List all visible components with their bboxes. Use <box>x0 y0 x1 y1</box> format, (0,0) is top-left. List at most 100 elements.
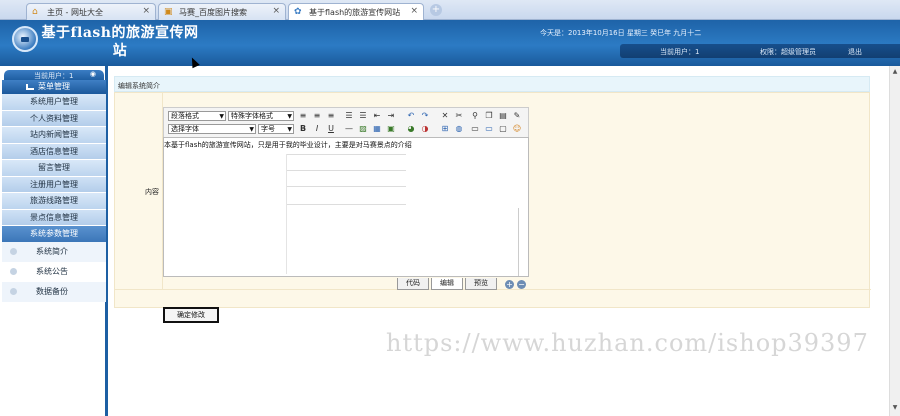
copy-icon[interactable]: ❐ <box>484 111 494 121</box>
select-value: 特殊字体格式 <box>231 112 273 120</box>
tab-preview[interactable]: 预览 <box>465 278 497 290</box>
editor-text: 本基于flash的旅游宣传网站，只是用于我的毕业设计，主要是对马赛景点的介绍 <box>164 141 412 149</box>
tab-edit[interactable]: 编辑 <box>431 278 463 290</box>
ordered-list-icon[interactable]: ☰ <box>344 111 354 121</box>
find-icon[interactable]: ⚲ <box>470 111 480 121</box>
indent-icon[interactable]: ⇥ <box>386 111 396 121</box>
cut-icon[interactable]: ✂ <box>454 111 464 121</box>
tab-code[interactable]: 代码 <box>397 278 429 290</box>
chevron-down-icon: ▼ <box>287 113 292 120</box>
sidebar-item-routes[interactable]: 旅游线路管理 <box>2 193 106 210</box>
tab-label: 马赛_百度图片搜索 <box>179 8 247 17</box>
editor-toolbar: 段落格式 ▼ 特殊字体格式 ▼ 选择字体 ▼ 字号 ▼ ≡ ≡ ≡ ☰ ☰ ⇤ ⇥ <box>163 107 529 137</box>
sidebar-subitem-notice[interactable]: 系统公告 <box>2 262 106 282</box>
sidebar-item-messages[interactable]: 留言管理 <box>2 160 106 177</box>
background-color-icon[interactable]: ◑ <box>420 124 430 134</box>
sidebar-subitem-label: 系统简介 <box>36 247 68 256</box>
current-user-text: 当前用户：1 <box>660 48 700 56</box>
sidebar-item-profile[interactable]: 个人资料管理 <box>2 110 106 127</box>
browser-tab-home[interactable]: ⌂ 主页 - 网址大全 × <box>26 3 156 20</box>
guide-line <box>286 170 406 171</box>
undo-icon[interactable]: ↶ <box>406 111 416 121</box>
sidebar-current-user-label: 当前用户：1 <box>34 72 74 80</box>
site-header: 基于flash的旅游宣传网站 今天是：2013年10月16日 星期三 癸巳年 九… <box>0 20 900 66</box>
bullet-icon <box>10 248 17 255</box>
font-size-select[interactable]: 字号 ▼ <box>258 124 294 134</box>
sidebar-subitem-backup[interactable]: 数据备份 <box>2 282 106 302</box>
paragraph-format-select[interactable]: 段落格式 ▼ <box>168 111 226 121</box>
sidebar-item-hotels[interactable]: 酒店信息管理 <box>2 143 106 160</box>
chevron-down-icon: ▼ <box>219 113 224 120</box>
guide-line <box>286 154 287 274</box>
sidebar-menu-header[interactable]: 菜单管理 <box>2 80 106 94</box>
bold-icon[interactable]: B <box>298 124 308 134</box>
insert-date-icon[interactable]: ▢ <box>498 124 508 134</box>
guide-line <box>518 208 519 276</box>
underline-icon[interactable]: U <box>326 124 336 134</box>
rich-text-editor: 段落格式 ▼ 特殊字体格式 ▼ 选择字体 ▼ 字号 ▼ ≡ ≡ ≡ ☰ ☰ ⇤ ⇥ <box>163 107 529 293</box>
redo-icon[interactable]: ↷ <box>420 111 430 121</box>
text-color-icon[interactable]: ◕ <box>406 124 416 134</box>
collapse-icon[interactable]: ◉ <box>90 70 96 78</box>
sidebar-menu-header-label: 菜单管理 <box>38 82 70 91</box>
browser-tab-strip: ⌂ 主页 - 网址大全 × ▣ 马赛_百度图片搜索 × ✿ 基于flash的旅游… <box>0 0 900 20</box>
select-value: 选择字体 <box>171 125 199 133</box>
sidebar-item-attractions[interactable]: 景点信息管理 <box>2 209 106 226</box>
delete-icon[interactable]: ✕ <box>440 111 450 121</box>
emoticon-icon[interactable]: ☺ <box>512 124 522 134</box>
logout-link[interactable]: 退出 <box>848 47 862 57</box>
close-icon[interactable]: × <box>142 6 150 16</box>
globe-icon[interactable]: ◍ <box>454 124 464 134</box>
insert-image-icon[interactable]: ▨ <box>358 124 368 134</box>
format-painter-icon[interactable]: ✎ <box>512 111 522 121</box>
expand-icon[interactable]: + <box>505 280 514 289</box>
sidebar-current-user: 当前用户：1 ◉ <box>4 70 104 80</box>
editor-content-area[interactable]: 本基于flash的旅游宣传网站，只是用于我的毕业设计，主要是对马赛景点的介绍 <box>163 137 529 277</box>
align-center-icon[interactable]: ≡ <box>312 111 322 121</box>
font-style-select[interactable]: 特殊字体格式 ▼ <box>228 111 294 121</box>
unordered-list-icon[interactable]: ☰ <box>358 111 368 121</box>
watermark-text: https://www.huzhan.com/ishop39397 <box>386 329 869 357</box>
sidebar-item-registered-users[interactable]: 注册用户管理 <box>2 176 106 193</box>
insert-table-icon[interactable]: ▦ <box>372 124 382 134</box>
tab-label: 基于flash的旅游宣传网站 <box>309 8 401 17</box>
font-family-select[interactable]: 选择字体 ▼ <box>168 124 256 134</box>
scroll-up-icon[interactable]: ▲ <box>891 68 899 76</box>
field-label-cell: 内容 <box>115 93 163 289</box>
edit-form: 内容 段落格式 ▼ 特殊字体格式 ▼ 选择字体 ▼ 字号 ▼ ≡ ≡ ≡ ☰ ☰… <box>114 92 871 323</box>
sidebar-subitem-intro[interactable]: 系统简介 <box>2 242 106 262</box>
sidebar-menu: 系统用户管理 个人资料管理 站内新闻管理 酒店信息管理 留言管理 注册用户管理 … <box>2 94 106 243</box>
confirm-button[interactable]: 确定修改 <box>163 307 219 323</box>
insert-media-icon[interactable]: ▣ <box>386 124 396 134</box>
page-scrollbar[interactable]: ▲ ▼ <box>889 66 900 416</box>
browser-tab-site[interactable]: ✿ 基于flash的旅游宣传网站 × <box>288 3 424 20</box>
italic-icon[interactable]: I <box>312 124 322 134</box>
close-icon[interactable]: × <box>272 6 280 16</box>
home-icon: ⌂ <box>32 7 38 17</box>
main-content: 编辑系统简介 内容 段落格式 ▼ 特殊字体格式 ▼ 选择字体 ▼ 字号 ▼ ≡ … <box>114 76 871 323</box>
logo-icon <box>12 26 38 52</box>
breadcrumb: 编辑系统简介 <box>114 76 870 92</box>
shrink-icon[interactable]: − <box>517 280 526 289</box>
new-tab-button[interactable]: + <box>430 4 442 16</box>
align-left-icon[interactable]: ≡ <box>298 111 308 121</box>
sidebar-item-system-params[interactable]: 系统参数管理 <box>2 226 106 243</box>
bullet-icon <box>10 268 17 275</box>
page-icon: ✿ <box>294 7 302 17</box>
bullet-icon <box>10 288 17 295</box>
sidebar-subitem-label: 系统公告 <box>36 267 68 276</box>
sidebar-item-news[interactable]: 站内新闻管理 <box>2 127 106 144</box>
horizontal-rule-icon[interactable]: — <box>344 124 354 134</box>
insert-file-icon[interactable]: ▭ <box>484 124 494 134</box>
paste-icon[interactable]: ▤ <box>498 111 508 121</box>
guide-line <box>286 186 406 187</box>
browser-tab-image-search[interactable]: ▣ 马赛_百度图片搜索 × <box>158 3 286 20</box>
outdent-icon[interactable]: ⇤ <box>372 111 382 121</box>
align-right-icon[interactable]: ≡ <box>326 111 336 121</box>
sidebar-submenu: 系统简介 系统公告 数据备份 <box>2 242 106 302</box>
sidebar-item-system-users[interactable]: 系统用户管理 <box>2 94 106 111</box>
close-icon[interactable]: × <box>410 6 418 16</box>
insert-flash-icon[interactable]: ▭ <box>470 124 480 134</box>
insert-link-icon[interactable]: ⊞ <box>440 124 450 134</box>
scroll-down-icon[interactable]: ▼ <box>891 404 899 412</box>
